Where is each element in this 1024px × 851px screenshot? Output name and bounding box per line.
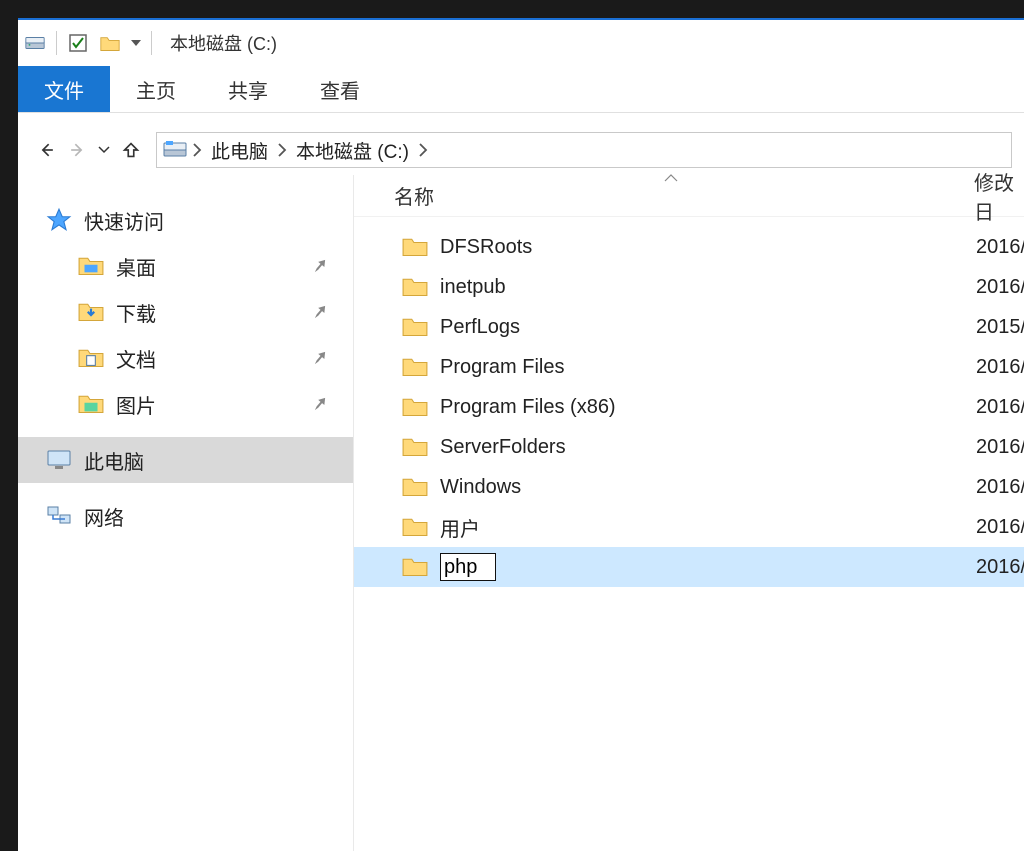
file-name: PerfLogs (440, 316, 520, 339)
file-date: 2016/ (976, 436, 1024, 459)
file-name: inetpub (440, 276, 506, 299)
file-row[interactable]: Program Files 2016/ (354, 347, 1024, 387)
file-row[interactable]: inetpub 2016/ (354, 267, 1024, 307)
explorer-window: 本地磁盘 (C:) 文件 主页 共享 查看 此电脑 (18, 18, 1024, 851)
file-name: ServerFolders (440, 436, 566, 459)
desktop-folder-icon (78, 254, 104, 278)
sidebar-documents[interactable]: 文档 (18, 335, 353, 381)
file-date: 2016/ (976, 516, 1024, 539)
file-row[interactable]: Program Files (x86) 2016/ (354, 387, 1024, 427)
folder-icon (402, 436, 428, 458)
sidebar-label: 下载 (116, 298, 156, 327)
column-date-header[interactable]: 修改日 (974, 167, 1024, 225)
navigation-row: 此电脑 本地磁盘 (C:) (18, 125, 1024, 175)
file-row[interactable]: 用户 2016/ (354, 507, 1024, 547)
tab-home[interactable]: 主页 (110, 66, 202, 112)
column-name-header[interactable]: 名称 (394, 181, 434, 210)
sidebar-label: 图片 (116, 390, 156, 419)
star-icon (46, 208, 72, 232)
folder-icon (402, 356, 428, 378)
quick-access-toolbar (67, 32, 141, 54)
folder-icon (402, 476, 428, 498)
drive-icon (24, 32, 46, 54)
pin-icon (307, 345, 332, 370)
folder-icon (402, 396, 428, 418)
main-pane: 名称 修改日 DFSRoots 2016/inetpub 2016/PerfLogs… (354, 175, 1024, 851)
qat-dropdown-icon[interactable] (131, 40, 141, 46)
properties-qat-icon[interactable] (67, 32, 89, 54)
chevron-right-icon[interactable] (417, 141, 429, 159)
file-date: 2016/ (976, 356, 1024, 379)
nav-up-button[interactable] (120, 139, 142, 161)
address-drive-icon (163, 141, 187, 159)
file-row[interactable]: DFSRoots 2016/ (354, 227, 1024, 267)
sidebar-pictures[interactable]: 图片 (18, 381, 353, 427)
folder-icon (402, 276, 428, 298)
tab-file[interactable]: 文件 (18, 66, 110, 112)
sidebar-downloads[interactable]: 下载 (18, 289, 353, 335)
content-split: 快速访问 桌面 下载 (18, 175, 1024, 851)
sidebar-desktop[interactable]: 桌面 (18, 243, 353, 289)
file-date: 2016/ (976, 236, 1024, 259)
folder-icon (402, 236, 428, 258)
window-title: 本地磁盘 (C:) (170, 30, 277, 56)
downloads-folder-icon (78, 300, 104, 324)
sidebar-label: 此电脑 (84, 446, 144, 475)
documents-folder-icon (78, 346, 104, 370)
folder-icon (402, 516, 428, 538)
column-headers: 名称 修改日 (354, 175, 1024, 217)
file-date: 2016/ (976, 556, 1024, 579)
file-row[interactable]: Windows 2016/ (354, 467, 1024, 507)
pin-icon (307, 253, 332, 278)
folder-icon (402, 316, 428, 338)
sidebar-network[interactable]: 网络 (18, 493, 353, 539)
file-date: 2015/ (976, 316, 1024, 339)
pictures-folder-icon (78, 392, 104, 416)
sidebar-label: 文档 (116, 344, 156, 373)
pin-icon (307, 391, 332, 416)
file-list: DFSRoots 2016/inetpub 2016/PerfLogs 2015/Pr… (354, 217, 1024, 851)
address-bar[interactable]: 此电脑 本地磁盘 (C:) (156, 132, 1012, 168)
file-row[interactable]: PerfLogs 2015/ (354, 307, 1024, 347)
sidebar-quick-access[interactable]: 快速访问 (18, 197, 353, 243)
breadcrumb-this-pc[interactable]: 此电脑 (207, 135, 272, 166)
navigation-pane: 快速访问 桌面 下载 (18, 175, 354, 851)
rename-input[interactable] (440, 553, 496, 581)
folder-icon (402, 556, 428, 578)
file-row-renaming[interactable]: 2016/ (354, 547, 1024, 587)
nav-back-button[interactable] (36, 139, 58, 161)
sidebar-label: 网络 (84, 502, 124, 531)
file-date: 2016/ (976, 276, 1024, 299)
title-bar: 本地磁盘 (C:) (18, 20, 1024, 66)
folder-qat-icon[interactable] (99, 34, 121, 52)
tab-view[interactable]: 查看 (294, 66, 386, 112)
file-name: Windows (440, 476, 521, 499)
chevron-right-icon[interactable] (191, 141, 203, 159)
computer-icon (46, 448, 72, 472)
pin-icon (307, 299, 332, 324)
ribbon-tabs: 文件 主页 共享 查看 (18, 66, 1024, 112)
sort-ascending-icon (664, 173, 678, 183)
file-row[interactable]: ServerFolders 2016/ (354, 427, 1024, 467)
file-date: 2016/ (976, 396, 1024, 419)
tab-share[interactable]: 共享 (202, 66, 294, 112)
sidebar-label: 桌面 (116, 252, 156, 281)
file-date: 2016/ (976, 476, 1024, 499)
file-name: Program Files (440, 356, 564, 379)
nav-forward-button[interactable] (66, 139, 88, 161)
chevron-right-icon[interactable] (276, 141, 288, 159)
breadcrumb-local-disk[interactable]: 本地磁盘 (C:) (292, 135, 413, 166)
sidebar-label: 快速访问 (84, 206, 164, 235)
file-name: Program Files (x86) (440, 396, 616, 419)
sidebar-this-pc[interactable]: 此电脑 (18, 437, 353, 483)
nav-history-dropdown[interactable] (96, 142, 112, 158)
network-icon (46, 504, 72, 528)
file-name: 用户 (440, 513, 480, 542)
file-name: DFSRoots (440, 236, 532, 259)
